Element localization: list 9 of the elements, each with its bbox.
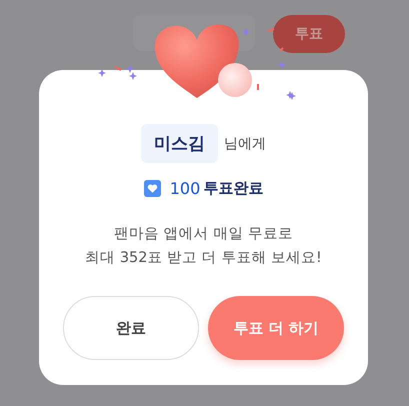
message-line: 최대 352표 받고 더 투표해 보세요! [85, 249, 322, 268]
vote-more-button[interactable]: 투표 더 하기 [208, 296, 344, 360]
vote-button[interactable]: 투표 [273, 15, 345, 53]
message-line: 팬마음 앱에서 매일 무료로 [114, 225, 293, 244]
vote-count: 100 [170, 179, 200, 198]
done-button[interactable]: 완료 [63, 296, 199, 360]
recipient-suffix: 님에게 [224, 134, 266, 152]
recipient-name: 미스김 [141, 124, 218, 163]
vote-status: 투표완료 [203, 179, 264, 198]
